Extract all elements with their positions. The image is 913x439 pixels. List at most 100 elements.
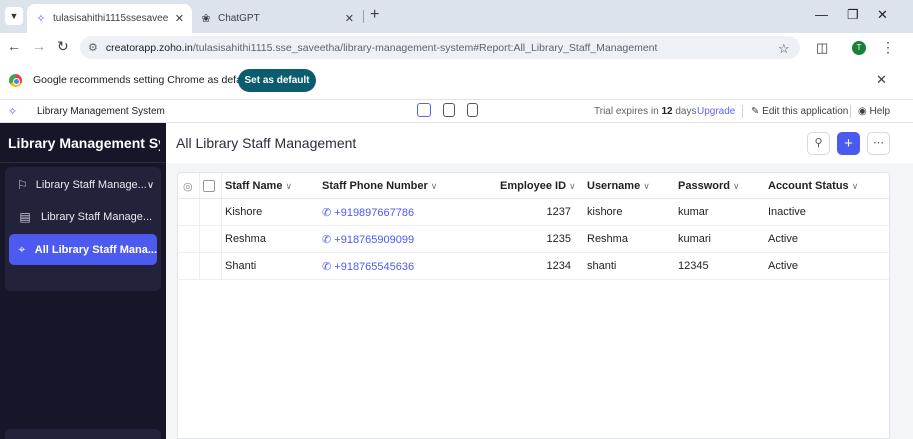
restore-icon[interactable]: ❐ — [847, 7, 859, 23]
bookmark-star-icon[interactable]: ☆ — [778, 41, 790, 57]
column-header-staff-name[interactable]: Staff Name ∨ — [225, 180, 292, 192]
sidebar-section-header[interactable]: ⚐ Library Staff Manage... ∨ — [9, 171, 157, 199]
trial-suffix: days — [672, 106, 697, 117]
upgrade-link[interactable]: Upgrade — [697, 106, 735, 117]
browser-tab-bar: ▼ ✧ tulasisahithi1115ssesavee - Libr ✕ ❀… — [0, 0, 913, 33]
column-header-phone[interactable]: Staff Phone Number ∨ — [322, 180, 437, 192]
chevron-down-icon: ∨ — [285, 181, 293, 191]
sidebar-divider — [0, 162, 166, 163]
chrome-icon — [9, 74, 22, 87]
phone-icon: ✆ — [322, 207, 335, 219]
column-label: Employee ID — [500, 180, 567, 192]
tablet-preview-icon[interactable] — [443, 103, 455, 117]
set-as-default-button[interactable]: Set as default — [238, 69, 316, 92]
cell-staff-name: Reshma — [225, 233, 266, 245]
table-row[interactable]: Kishore ✆ +919897667786 1237 kishore kum… — [178, 199, 889, 226]
header-divider — [742, 105, 743, 118]
close-tab-icon[interactable]: ✕ — [175, 12, 184, 25]
search-icon: ⚲ — [814, 137, 823, 149]
url-path: /tulasisahithi1115.sse_saveetha/library-… — [192, 41, 658, 54]
trial-notice: Trial expires in 12 days — [594, 106, 696, 117]
sidebar: Library Management Sy... ⚐ Library Staff… — [0, 123, 166, 439]
phone-icon: ✆ — [322, 234, 335, 246]
select-all-checkbox[interactable] — [203, 180, 215, 192]
app-header: ✧ Library Management System Trial expire… — [0, 100, 913, 123]
help-label: Help — [869, 106, 891, 117]
column-header-employee-id[interactable]: Employee ID ∨ — [500, 180, 576, 192]
add-record-button[interactable]: + — [837, 132, 860, 155]
close-window-icon[interactable]: ✕ — [877, 7, 888, 23]
sidebar-app-title[interactable]: Library Management Sy... — [8, 135, 160, 151]
column-label: Password — [678, 180, 730, 192]
url-field[interactable]: ⚙ creatorapp.zoho.in/tulasisahithi1115.s… — [80, 36, 800, 59]
column-header-account-status[interactable]: Account Status ∨ — [768, 180, 858, 192]
site-settings-icon[interactable]: ⚙ — [88, 41, 98, 54]
edit-label: Edit this application — [762, 106, 849, 117]
column-header-password[interactable]: Password ∨ — [678, 180, 740, 192]
help-link[interactable]: ◉ Help — [858, 106, 890, 117]
cell-username: shanti — [587, 260, 617, 272]
cell-staff-name: Kishore — [225, 206, 263, 218]
reload-icon[interactable]: ↻ — [57, 38, 69, 55]
chevron-down-icon: ∨ — [569, 181, 576, 191]
phone-value: +919897667786 — [334, 207, 415, 219]
back-icon[interactable]: ← — [7, 38, 21, 54]
chevron-down-icon: ∨ — [851, 181, 859, 191]
cell-employee-id: 1235 — [546, 233, 571, 245]
minimize-icon[interactable]: — — [815, 7, 828, 22]
sidebar-item-label: Library Staff Manage... — [41, 211, 153, 223]
profile-avatar[interactable]: T — [852, 41, 866, 55]
records-table: ◎ Staff Name ∨ Staff Phone Number ∨ Employ… — [177, 172, 890, 439]
address-bar-row: ← → ↻ ⚙ creatorapp.zoho.in/tulasisahithi… — [0, 33, 913, 61]
extensions-icon[interactable]: ◫ — [816, 40, 828, 56]
close-tab-icon[interactable]: ✕ — [345, 12, 354, 25]
forward-icon[interactable]: → — [32, 38, 46, 54]
browser-menu-icon[interactable]: ⋮ — [881, 39, 895, 56]
zoho-icon: ✧ — [36, 12, 46, 25]
column-label: Account Status — [768, 180, 849, 192]
form-icon: ▤ — [19, 210, 31, 224]
more-options-button[interactable]: ⋯ — [867, 132, 890, 155]
app-logo-icon[interactable]: ✧ — [8, 105, 17, 118]
device-preview-switcher — [417, 103, 478, 117]
main-content: All Library Staff Management ⚲ + ⋯ ◎ Sta… — [166, 123, 913, 439]
trial-prefix: Trial expires in — [594, 106, 662, 117]
eye-icon[interactable]: ◎ — [183, 180, 193, 193]
report-icon: ⌖ — [18, 242, 26, 256]
chevron-down-icon: ∨ — [732, 181, 740, 191]
report-header: All Library Staff Management ⚲ + ⋯ — [166, 123, 913, 163]
column-label: Username — [587, 180, 641, 192]
app-name: Library Management System — [37, 106, 165, 117]
sidebar-section-label: Library Staff Manage... — [35, 179, 147, 191]
phone-icon: ✆ — [322, 261, 335, 273]
table-row[interactable]: Reshma ✆ +918765909099 1235 Reshma kumar… — [178, 226, 889, 253]
sidebar-item-all-staff-report[interactable]: ⌖ All Library Staff Mana... — [9, 234, 157, 265]
cell-phone[interactable]: ✆ +918765545636 — [322, 260, 414, 273]
sidebar-item-staff-form[interactable]: ▤ Library Staff Manage... — [9, 203, 157, 231]
table-header: ◎ Staff Name ∨ Staff Phone Number ∨ Employ… — [178, 173, 889, 199]
search-button[interactable]: ⚲ — [807, 132, 830, 155]
url-host: creatorapp.zoho.in — [105, 41, 193, 54]
chevron-down-icon: ∨ — [146, 179, 155, 191]
new-tab-icon[interactable]: + — [370, 6, 379, 24]
cell-password: kumar — [678, 206, 709, 218]
infobar-close-icon[interactable]: ✕ — [876, 72, 887, 88]
cell-employee-id: 1237 — [546, 206, 571, 218]
cell-phone[interactable]: ✆ +919897667786 — [322, 206, 414, 219]
cell-account-status: Inactive — [768, 206, 806, 218]
page-title: All Library Staff Management — [176, 135, 357, 151]
cell-phone[interactable]: ✆ +918765909099 — [322, 233, 414, 246]
edit-application-link[interactable]: ✎ Edit this application — [751, 106, 848, 117]
column-header-username[interactable]: Username ∨ — [587, 180, 650, 192]
cell-account-status: Active — [768, 233, 798, 245]
tab-title: ChatGPT — [218, 13, 260, 24]
trial-days: 12 — [661, 106, 673, 117]
chatgpt-icon: ❀ — [201, 12, 211, 25]
desktop-preview-icon[interactable] — [417, 103, 431, 117]
tab-search-chevron-icon[interactable]: ▼ — [5, 7, 23, 25]
tab-library-app[interactable]: ✧ tulasisahithi1115ssesavee - Libr ✕ — [27, 4, 192, 33]
column-label: Staff Phone Number — [322, 180, 428, 192]
table-row[interactable]: Shanti ✆ +918765545636 1234 shanti 12345… — [178, 253, 889, 280]
tab-chatgpt[interactable]: ❀ ChatGPT ✕ — [192, 4, 362, 33]
mobile-preview-icon[interactable] — [467, 103, 478, 117]
